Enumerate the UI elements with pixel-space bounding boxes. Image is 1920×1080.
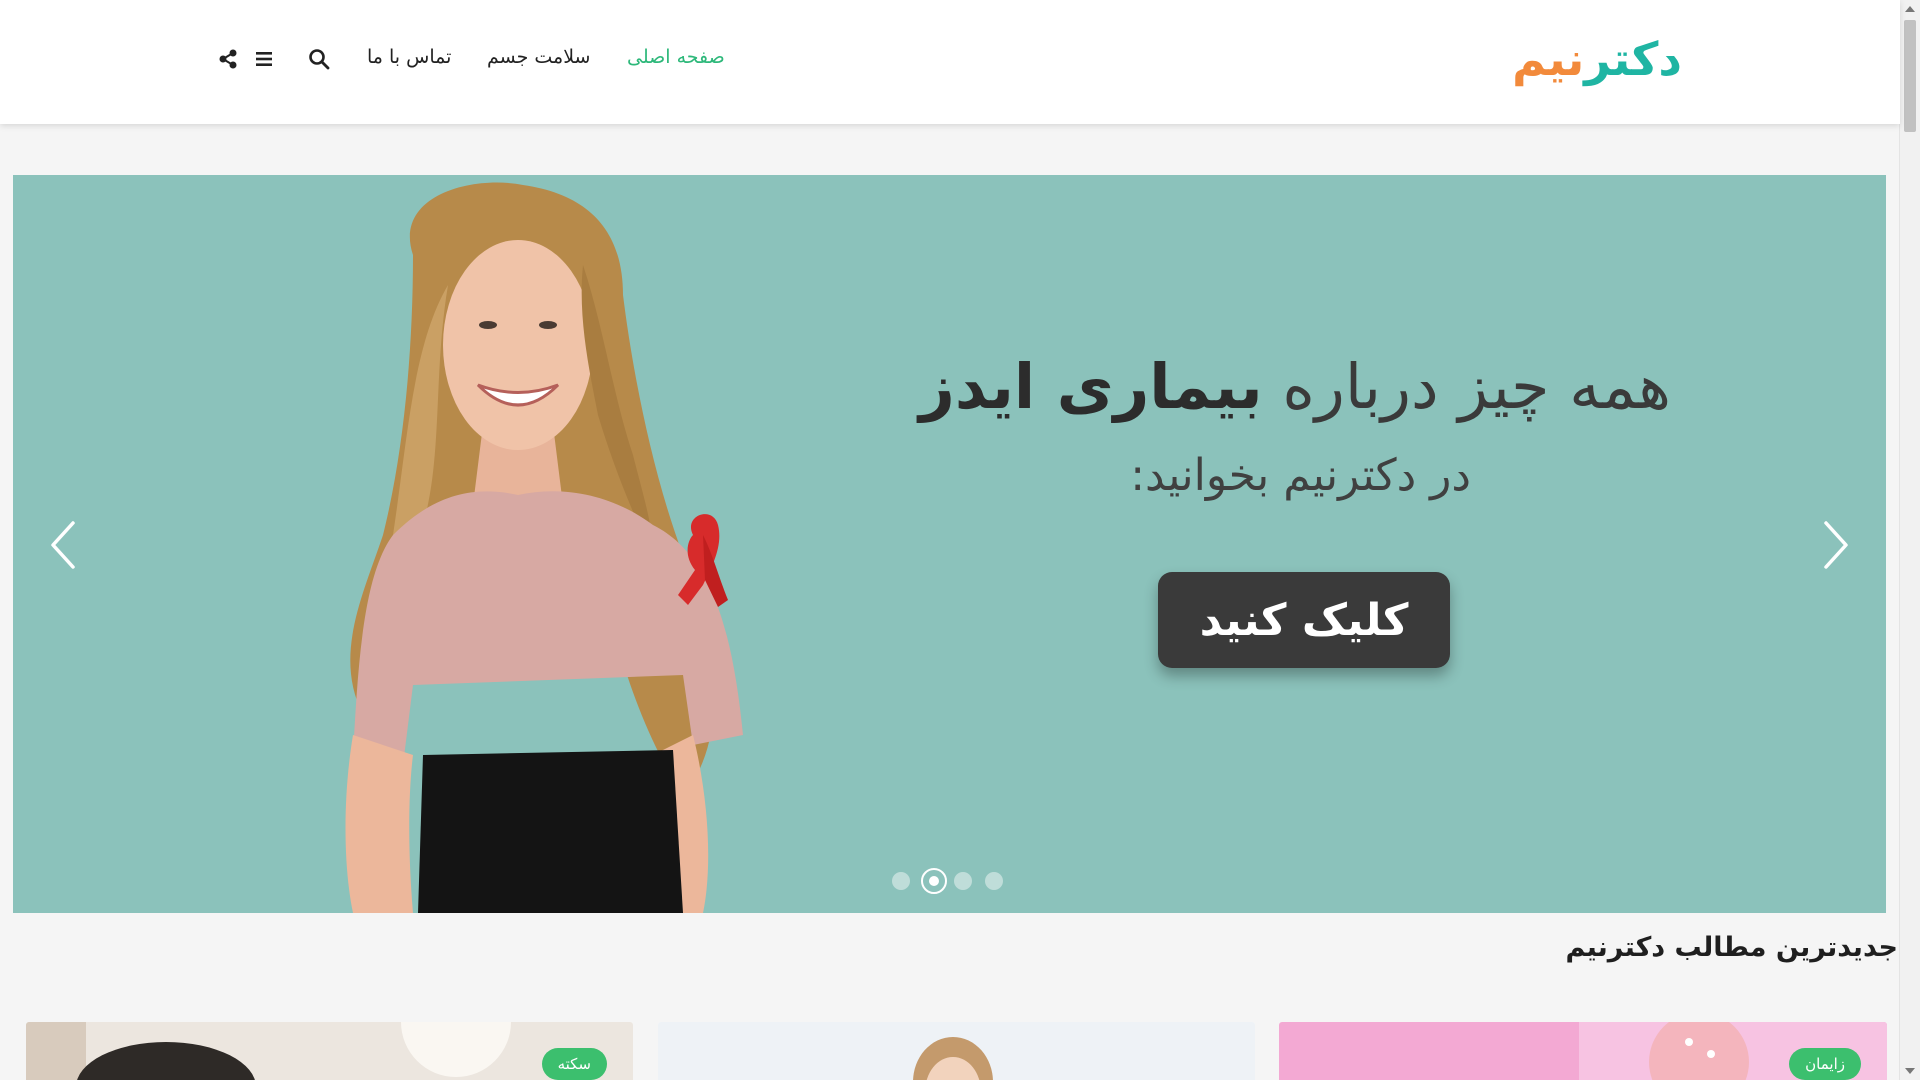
latest-posts-title: جدیدترین مطالب دکترنیم bbox=[1565, 932, 1898, 963]
slide-cta-button[interactable]: کلیک کنید bbox=[1158, 572, 1450, 668]
slider-dot-1[interactable] bbox=[892, 872, 910, 890]
slider-prev-arrow-icon[interactable] bbox=[43, 515, 83, 575]
slide-photo-woman bbox=[345, 182, 743, 913]
scroll-thumb[interactable] bbox=[1904, 20, 1916, 132]
nav-body-health[interactable]: سلامت جسم bbox=[487, 46, 590, 76]
hero-slider: همه چیز درباره بیماری ایدز در دکترنیم بخ… bbox=[13, 175, 1886, 913]
post-card-1[interactable]: زایمان bbox=[1279, 1022, 1887, 1080]
post-card-1-badge[interactable]: زایمان bbox=[1789, 1048, 1861, 1080]
site-header: دکترنیم صفحه اصلی سلامت جسم تماس با ما bbox=[0, 0, 1900, 124]
post-card-3-badge[interactable]: سکته bbox=[541, 1048, 607, 1080]
scroll-down-arrow-icon[interactable] bbox=[1905, 1068, 1915, 1074]
logo-part-2: نیم bbox=[1512, 32, 1585, 86]
slide-title: همه چیز درباره بیماری ایدز bbox=[919, 350, 1671, 423]
logo-part-1: دکتر bbox=[1584, 32, 1682, 86]
page-scrollbar[interactable] bbox=[1899, 0, 1920, 1080]
slide-title-regular: همه چیز درباره bbox=[1262, 350, 1671, 423]
post-card-2-image bbox=[658, 1022, 1255, 1080]
slider-dot-4[interactable] bbox=[985, 872, 1003, 890]
slider-dot-2[interactable] bbox=[921, 868, 947, 894]
slider-next-arrow-icon[interactable] bbox=[1816, 515, 1856, 575]
post-card-3-image bbox=[26, 1022, 633, 1080]
slide-subtitle: در دکترنیم بخوانید: bbox=[1130, 450, 1471, 501]
nav-home[interactable]: صفحه اصلی bbox=[627, 46, 725, 76]
slider-dot-3[interactable] bbox=[954, 872, 972, 890]
scroll-up-arrow-icon[interactable] bbox=[1905, 6, 1915, 12]
search-icon[interactable] bbox=[308, 48, 330, 70]
slide-title-bold: بیماری ایدز bbox=[919, 350, 1263, 423]
share-icon[interactable] bbox=[217, 48, 239, 70]
post-card-2[interactable] bbox=[658, 1022, 1255, 1080]
post-card-3[interactable]: سکته bbox=[26, 1022, 633, 1080]
nav-contact[interactable]: تماس با ما bbox=[367, 46, 451, 76]
site-logo[interactable]: دکترنیم bbox=[1512, 28, 1682, 90]
menu-icon[interactable] bbox=[253, 48, 275, 70]
